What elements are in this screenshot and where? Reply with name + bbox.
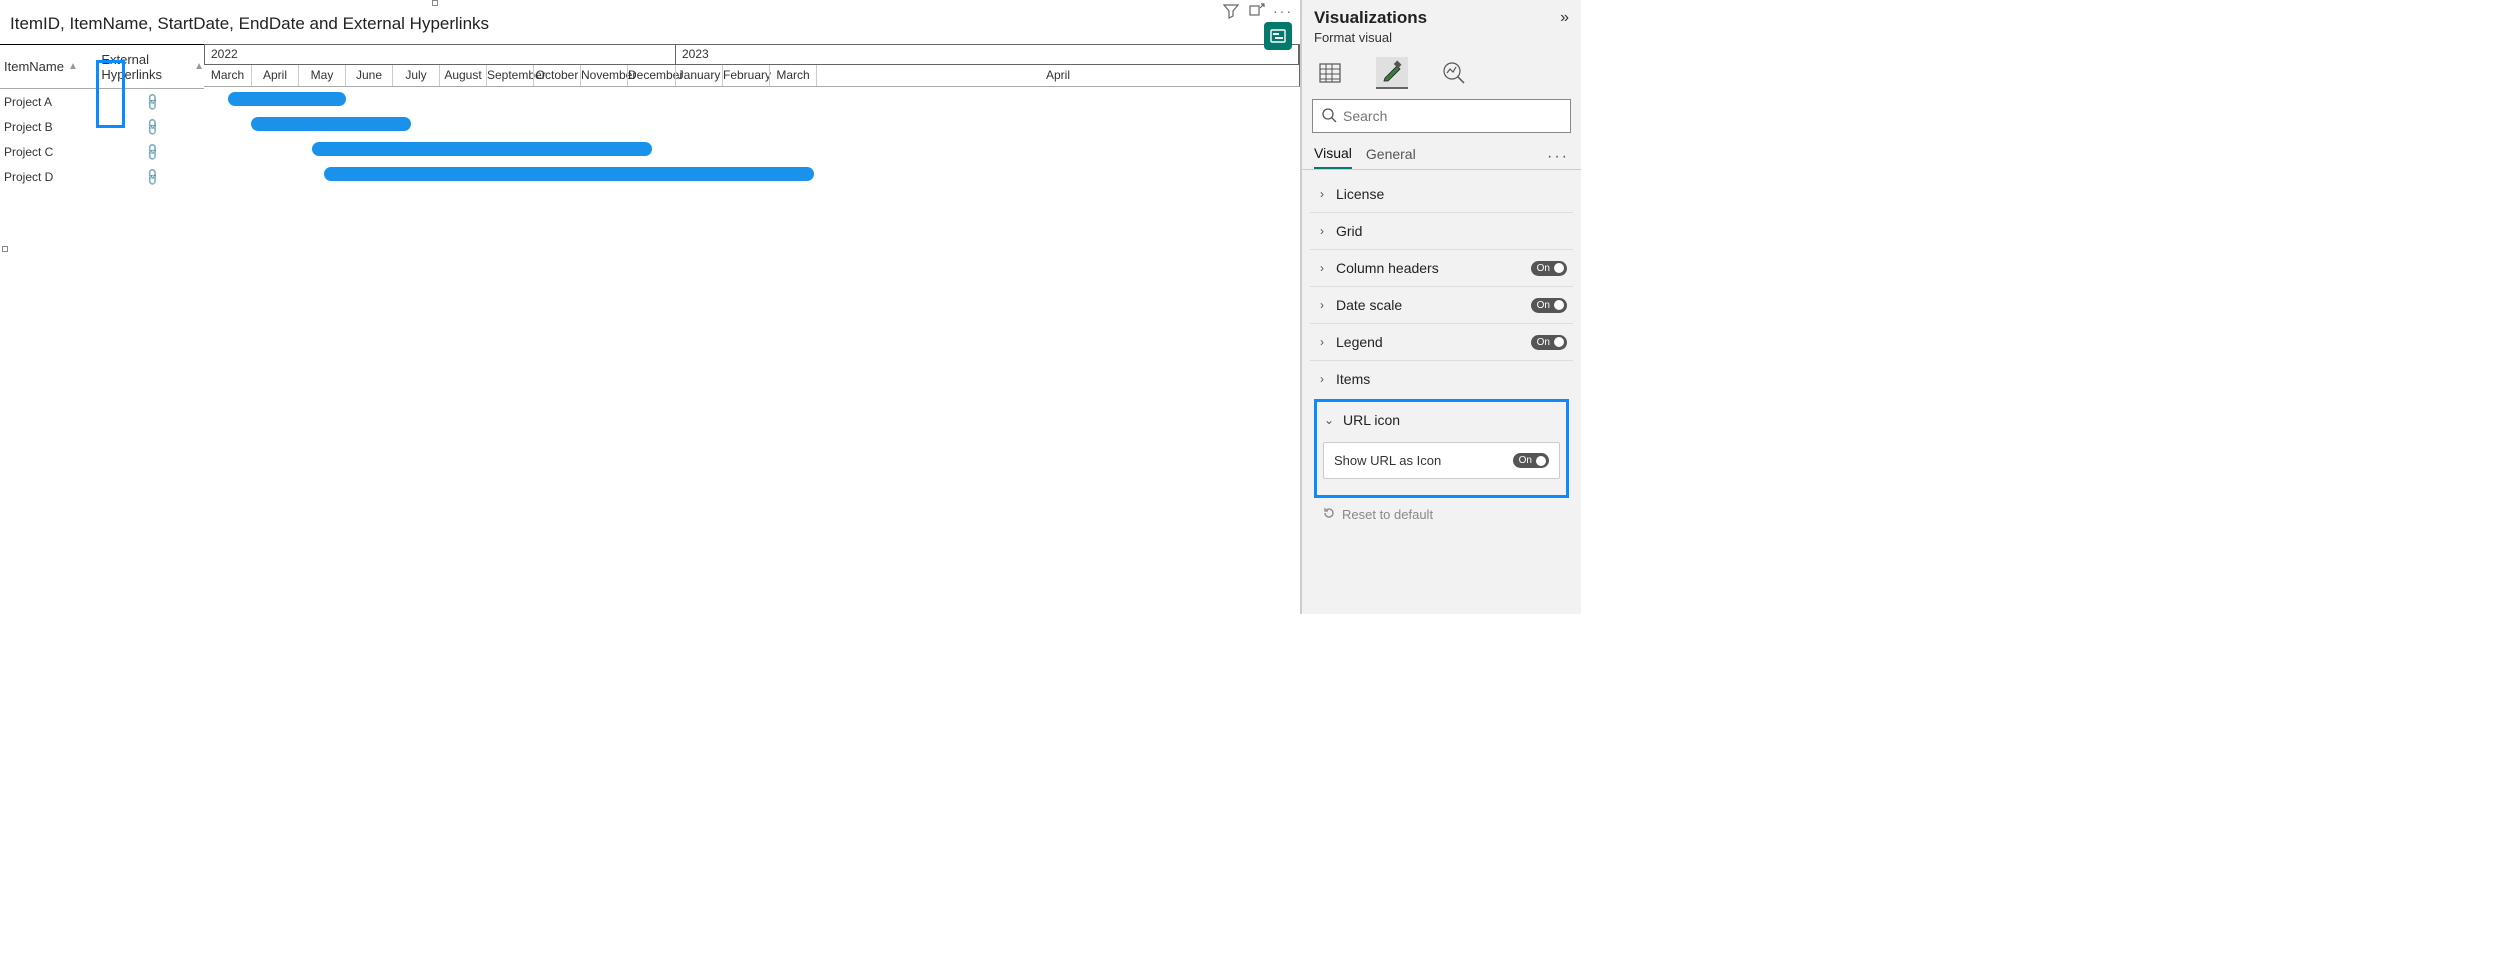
reset-to-default-button[interactable]: Reset to default: [1310, 500, 1573, 529]
option-label: Show URL as Icon: [1334, 453, 1441, 468]
section-label: URL icon: [1343, 412, 1400, 428]
link-icon[interactable]: 🔗: [142, 166, 162, 186]
resize-handle[interactable]: [2, 246, 8, 252]
table-row: Project A 🔗: [0, 89, 204, 114]
visual-title: ItemID, ItemName, StartDate, EndDate and…: [0, 0, 1300, 44]
month-header: November: [580, 65, 627, 86]
analytics-icon[interactable]: [1438, 57, 1470, 89]
section-label: License: [1336, 186, 1384, 202]
section-items[interactable]: › Items: [1310, 360, 1573, 397]
collapse-panel-icon[interactable]: »: [1560, 9, 1569, 27]
visual-type-badge-icon: [1264, 22, 1292, 50]
toggle-show-url-as-icon[interactable]: On: [1513, 453, 1549, 468]
table-row: Project B 🔗: [0, 114, 204, 139]
toggle-column-headers[interactable]: On: [1531, 261, 1567, 276]
row-label: Project B: [0, 120, 100, 134]
chevron-right-icon: ›: [1316, 298, 1328, 312]
tab-general[interactable]: General: [1366, 146, 1416, 168]
section-url-icon[interactable]: ⌄ URL icon: [1317, 402, 1566, 438]
year-header: 2023: [676, 45, 1299, 64]
month-header: September: [486, 65, 533, 86]
section-label: Column headers: [1336, 260, 1439, 276]
toggle-label: On: [1537, 337, 1550, 348]
visualizations-panel: Visualizations » Format visual: [1301, 0, 1581, 614]
year-header: 2022: [205, 45, 676, 64]
month-header: January: [675, 65, 722, 86]
table-row: Project C 🔗: [0, 139, 204, 164]
chevron-right-icon: ›: [1316, 187, 1328, 201]
chevron-right-icon: ›: [1316, 261, 1328, 275]
link-icon[interactable]: 🔗: [142, 91, 162, 111]
month-header: May: [298, 65, 345, 86]
reset-label: Reset to default: [1342, 507, 1433, 522]
highlight-annotation: ⌄ URL icon Show URL as Icon On: [1314, 399, 1569, 498]
month-header-row: March April May June July August Septemb…: [204, 65, 1300, 87]
month-header: December: [627, 65, 675, 86]
column-header-label: External Hyperlinks: [101, 52, 190, 82]
month-header: April: [251, 65, 298, 86]
month-header: February: [722, 65, 769, 86]
month-header: October: [533, 65, 580, 86]
chevron-down-icon: ⌄: [1323, 413, 1335, 427]
chevron-right-icon: ›: [1316, 224, 1328, 238]
row-label: Project A: [0, 95, 100, 109]
format-visual-icon[interactable]: [1376, 57, 1408, 89]
more-options-icon[interactable]: ···: [1274, 2, 1292, 20]
build-visual-icon[interactable]: [1314, 57, 1346, 89]
month-header: April: [816, 65, 1299, 86]
filter-icon[interactable]: [1222, 2, 1240, 20]
toggle-label: On: [1537, 300, 1550, 311]
toggle-date-scale[interactable]: On: [1531, 298, 1567, 313]
column-header-hyperlinks[interactable]: External Hyperlinks ▲: [97, 52, 204, 82]
tab-more-icon[interactable]: ···: [1547, 148, 1569, 166]
gantt-visual: ··· ItemID, ItemName, StartDate, EndDate…: [0, 0, 1301, 614]
month-header: July: [392, 65, 439, 86]
tab-visual[interactable]: Visual: [1314, 145, 1352, 169]
gantt-bar[interactable]: [324, 167, 814, 181]
resize-handle[interactable]: [432, 0, 438, 6]
row-header-area: ItemName ▲ External Hyperlinks ▲ Project…: [0, 44, 204, 189]
gantt-bars-area: [204, 87, 1300, 189]
chevron-right-icon: ›: [1316, 335, 1328, 349]
option-show-url-as-icon: Show URL as Icon On: [1323, 442, 1560, 479]
toggle-label: On: [1537, 263, 1550, 274]
search-input-wrapper[interactable]: [1312, 99, 1571, 133]
row-label: Project C: [0, 145, 100, 159]
panel-subtitle: Format visual: [1302, 30, 1581, 51]
table-row: Project D 🔗: [0, 164, 204, 189]
sort-asc-icon: ▲: [68, 61, 78, 72]
month-header: June: [345, 65, 392, 86]
month-header: March: [204, 65, 251, 86]
row-label: Project D: [0, 170, 100, 184]
column-header-itemname[interactable]: ItemName ▲: [0, 59, 97, 74]
chevron-right-icon: ›: [1316, 372, 1328, 386]
column-header-label: ItemName: [4, 59, 64, 74]
month-header: August: [439, 65, 486, 86]
link-icon[interactable]: 🔗: [142, 116, 162, 136]
reset-icon: [1322, 506, 1336, 523]
sort-asc-icon: ▲: [194, 61, 204, 72]
toggle-legend[interactable]: On: [1531, 335, 1567, 350]
timeline-area: 2022 2023 March April May June July Augu…: [204, 44, 1300, 189]
section-label: Grid: [1336, 223, 1362, 239]
section-legend[interactable]: › Legend On: [1310, 323, 1573, 360]
gantt-bar[interactable]: [251, 117, 411, 131]
panel-title: Visualizations: [1314, 8, 1427, 28]
section-grid[interactable]: › Grid: [1310, 212, 1573, 249]
gantt-bar[interactable]: [228, 92, 346, 106]
link-icon[interactable]: 🔗: [142, 141, 162, 161]
section-label: Date scale: [1336, 297, 1402, 313]
month-header: March: [769, 65, 816, 86]
section-label: Items: [1336, 371, 1370, 387]
gantt-bar[interactable]: [312, 142, 652, 156]
section-date-scale[interactable]: › Date scale On: [1310, 286, 1573, 323]
search-input[interactable]: [1343, 108, 1562, 124]
search-icon: [1321, 107, 1337, 126]
section-column-headers[interactable]: › Column headers On: [1310, 249, 1573, 286]
toggle-label: On: [1519, 455, 1532, 466]
section-license[interactable]: › License: [1310, 176, 1573, 212]
section-label: Legend: [1336, 334, 1383, 350]
focus-mode-icon[interactable]: [1248, 2, 1266, 20]
